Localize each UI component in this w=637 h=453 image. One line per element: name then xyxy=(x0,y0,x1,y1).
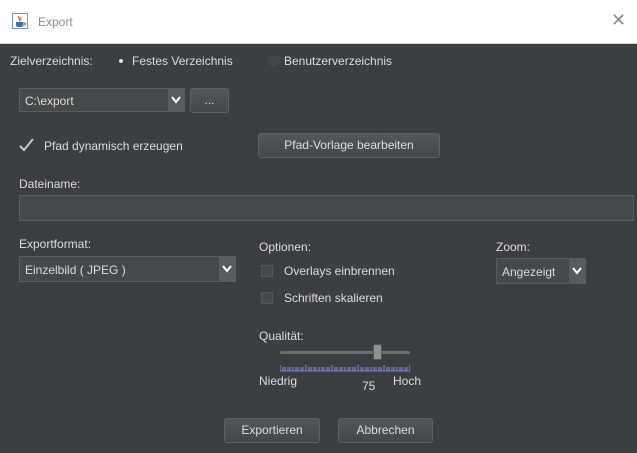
chevron-down-icon[interactable] xyxy=(168,89,184,111)
export-format-value: Einzelbild ( JPEG ) xyxy=(25,263,126,277)
window-title: Export xyxy=(38,15,73,29)
quality-max-label: Hoch xyxy=(393,374,422,388)
slider-ticks xyxy=(280,365,410,372)
java-cup-icon xyxy=(12,13,28,29)
zoom-combobox[interactable]: Angezeigt xyxy=(496,258,586,284)
export-format-combobox[interactable]: Einzelbild ( JPEG ) xyxy=(19,256,236,282)
radio-fixed-directory-label[interactable]: Festes Verzeichnis xyxy=(132,54,233,68)
radio-user-directory-label[interactable]: Benutzerverzeichnis xyxy=(284,54,392,68)
options-label: Optionen: xyxy=(259,240,312,254)
radio-fixed-directory[interactable] xyxy=(115,55,127,67)
chevron-down-icon[interactable] xyxy=(569,259,585,283)
browse-button[interactable]: ... xyxy=(190,88,229,113)
overlays-label[interactable]: Overlays einbrennen xyxy=(284,264,395,278)
export-format-label: Exportformat: xyxy=(19,237,92,251)
zoom-value: Angezeigt xyxy=(502,265,556,279)
quality-label: Qualität: xyxy=(259,329,304,343)
checkmark-icon[interactable] xyxy=(19,138,35,155)
overlays-checkbox[interactable] xyxy=(261,265,273,277)
dynamic-path-label[interactable]: Pfad dynamisch erzeugen xyxy=(44,139,183,153)
close-icon[interactable]: ✕ xyxy=(611,10,626,30)
export-dialog-body: Zielverzeichnis: Festes Verzeichnis Benu… xyxy=(10,44,637,453)
quality-value: 75 xyxy=(362,379,376,393)
title-bar: Export ✕ xyxy=(0,0,637,44)
filename-label: Dateiname: xyxy=(19,177,81,191)
scale-fonts-label[interactable]: Schriften skalieren xyxy=(284,291,383,305)
zoom-label: Zoom: xyxy=(496,240,531,254)
chevron-down-icon[interactable] xyxy=(219,257,235,281)
quality-min-label: Niedrig xyxy=(259,374,298,388)
target-directory-label: Zielverzeichnis: xyxy=(10,54,93,68)
slider-thumb[interactable] xyxy=(373,344,382,360)
filename-input[interactable] xyxy=(19,195,634,221)
edit-path-template-button[interactable]: Pfad-Vorlage bearbeiten xyxy=(258,133,440,158)
path-combobox[interactable]: C:\export xyxy=(19,88,185,112)
export-button[interactable]: Exportieren xyxy=(224,418,320,443)
scale-fonts-checkbox[interactable] xyxy=(261,292,273,304)
radio-user-directory[interactable] xyxy=(268,55,280,67)
slider-track xyxy=(280,351,410,354)
cancel-button[interactable]: Abbrechen xyxy=(338,418,433,443)
path-value: C:\export xyxy=(25,94,74,108)
quality-slider[interactable] xyxy=(280,342,410,376)
